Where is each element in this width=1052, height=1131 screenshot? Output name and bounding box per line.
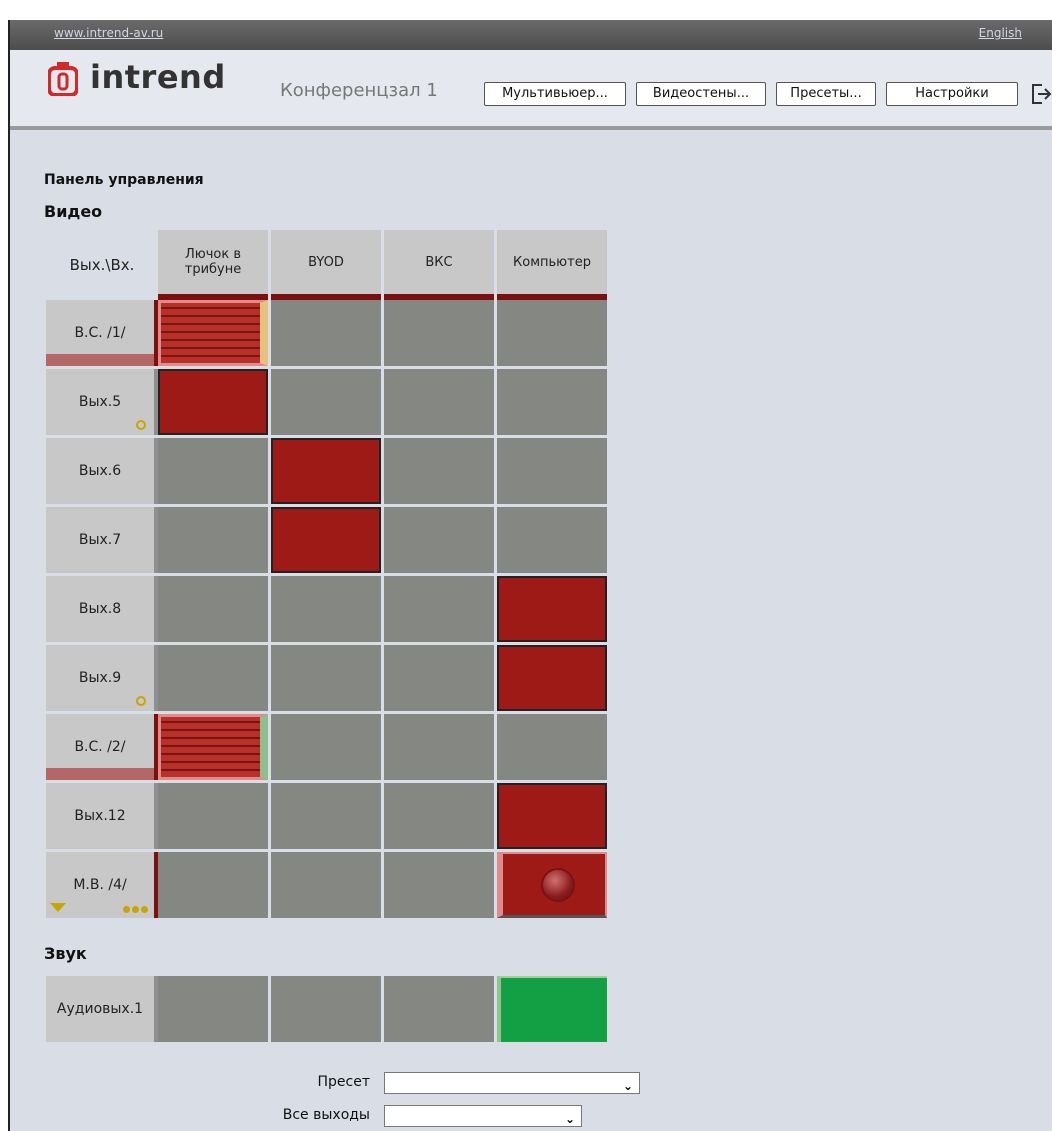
route-cell[interactable] bbox=[497, 852, 607, 918]
output-label: Вых.8 bbox=[78, 601, 122, 617]
route-cell[interactable] bbox=[384, 714, 494, 780]
route-cell[interactable] bbox=[158, 576, 268, 642]
route-cell[interactable] bbox=[271, 783, 381, 849]
output-label: Вых.5 bbox=[78, 394, 122, 410]
audio-output-label: Аудиовых.1 bbox=[56, 1001, 144, 1017]
route-cell[interactable] bbox=[497, 783, 607, 849]
route-cell[interactable] bbox=[384, 507, 494, 573]
videowall-indicator bbox=[46, 768, 154, 780]
route-cell[interactable] bbox=[271, 300, 381, 366]
route-cell[interactable] bbox=[158, 714, 268, 780]
route-cell[interactable] bbox=[158, 645, 268, 711]
route-cell[interactable] bbox=[271, 645, 381, 711]
route-cell[interactable] bbox=[497, 714, 607, 780]
videowalls-button[interactable]: Видеостены... bbox=[636, 82, 766, 106]
audio-output-header[interactable]: Аудиовых.1 bbox=[46, 976, 158, 1042]
route-cell[interactable] bbox=[384, 576, 494, 642]
output-header[interactable]: Вых.9 bbox=[46, 645, 158, 711]
route-cell[interactable] bbox=[158, 507, 268, 573]
audio-route-cell[interactable] bbox=[271, 976, 381, 1042]
output-header[interactable]: В.С. /1/ bbox=[46, 300, 158, 366]
output-label: В.С. /2/ bbox=[74, 739, 126, 755]
route-cell[interactable] bbox=[271, 507, 381, 573]
route-cell[interactable] bbox=[158, 438, 268, 504]
route-cell[interactable] bbox=[497, 576, 607, 642]
route-cell[interactable] bbox=[271, 576, 381, 642]
site-link[interactable]: www.intrend-av.ru bbox=[54, 26, 163, 40]
route-cell[interactable] bbox=[497, 507, 607, 573]
route-cell[interactable] bbox=[158, 369, 268, 435]
multiviewer-button[interactable]: Мультивьюер... bbox=[484, 82, 626, 106]
input-header[interactable]: ВКС bbox=[384, 230, 494, 300]
output-header[interactable]: Вых.12 bbox=[46, 783, 158, 849]
presets-button[interactable]: Пресеты... bbox=[776, 82, 876, 106]
videowall-indicator bbox=[46, 354, 154, 366]
settings-button[interactable]: Настройки bbox=[886, 82, 1018, 106]
audio-route-cell[interactable] bbox=[497, 976, 607, 1042]
route-cell[interactable] bbox=[271, 852, 381, 918]
all-outputs-select[interactable]: ⌄ bbox=[384, 1105, 582, 1127]
logout-icon[interactable] bbox=[1030, 82, 1052, 106]
preset-label: Пресет bbox=[317, 1074, 371, 1090]
output-label: Вых.12 bbox=[74, 808, 126, 824]
route-cell[interactable] bbox=[497, 645, 607, 711]
chevron-down-icon: ⌄ bbox=[622, 1079, 633, 1093]
output-header[interactable]: Вых.6 bbox=[46, 438, 158, 504]
route-cell[interactable] bbox=[158, 300, 268, 366]
output-label: Вых.9 bbox=[78, 670, 122, 686]
logo-text: intrend bbox=[90, 58, 226, 96]
triangle-down-icon[interactable] bbox=[50, 903, 66, 912]
logo-icon bbox=[48, 62, 78, 96]
output-label: М.В. /4/ bbox=[73, 877, 127, 893]
audio-route-cell[interactable] bbox=[384, 976, 494, 1042]
language-link[interactable]: English bbox=[979, 26, 1022, 40]
route-cell[interactable] bbox=[158, 852, 268, 918]
output-header[interactable]: Вых.7 bbox=[46, 507, 158, 573]
room-title: Конференцзал 1 bbox=[280, 80, 438, 101]
audio-section-title: Звук bbox=[44, 944, 87, 963]
input-header[interactable]: Компьютер bbox=[497, 230, 607, 300]
route-cell[interactable] bbox=[497, 300, 607, 366]
all-outputs-label: Все выходы bbox=[282, 1107, 370, 1123]
route-cell[interactable] bbox=[384, 645, 494, 711]
status-dot-icon bbox=[136, 696, 146, 706]
app-frame: www.intrend-av.ru English intrend Конфер… bbox=[8, 20, 1052, 1131]
route-cell[interactable] bbox=[497, 369, 607, 435]
more-dots-icon[interactable] bbox=[123, 906, 148, 913]
output-label: В.С. /1/ bbox=[74, 325, 126, 341]
route-cell[interactable] bbox=[384, 300, 494, 366]
audio-route-cell[interactable] bbox=[158, 976, 268, 1042]
route-cell[interactable] bbox=[271, 714, 381, 780]
output-header[interactable]: В.С. /2/ bbox=[46, 714, 158, 780]
header: intrend Конференцзал 1 Мультивьюер... Ви… bbox=[10, 50, 1052, 130]
output-label: Вых.7 bbox=[78, 532, 122, 548]
chevron-down-icon: ⌄ bbox=[564, 1112, 575, 1126]
video-section-title: Видео bbox=[44, 202, 103, 221]
route-cell[interactable] bbox=[384, 369, 494, 435]
route-cell[interactable] bbox=[384, 783, 494, 849]
output-header[interactable]: Вых.8 bbox=[46, 576, 158, 642]
output-label: Вых.6 bbox=[78, 463, 122, 479]
input-header[interactable]: Лючок в трибуне bbox=[158, 230, 268, 300]
output-header[interactable]: М.В. /4/ bbox=[46, 852, 158, 918]
panel-title: Панель управления bbox=[44, 172, 204, 188]
route-cell[interactable] bbox=[384, 852, 494, 918]
route-cell[interactable] bbox=[384, 438, 494, 504]
output-header[interactable]: Вых.5 bbox=[46, 369, 158, 435]
record-button-icon[interactable] bbox=[543, 870, 573, 900]
route-cell[interactable] bbox=[497, 438, 607, 504]
status-dot-icon bbox=[136, 420, 146, 430]
input-header[interactable]: BYOD bbox=[271, 230, 381, 300]
top-bar: www.intrend-av.ru English bbox=[10, 20, 1052, 50]
preset-select[interactable]: ⌄ bbox=[384, 1072, 640, 1094]
route-cell[interactable] bbox=[271, 438, 381, 504]
corner-label: Вых.\Вх. bbox=[69, 256, 135, 274]
route-cell[interactable] bbox=[158, 783, 268, 849]
route-cell[interactable] bbox=[271, 369, 381, 435]
